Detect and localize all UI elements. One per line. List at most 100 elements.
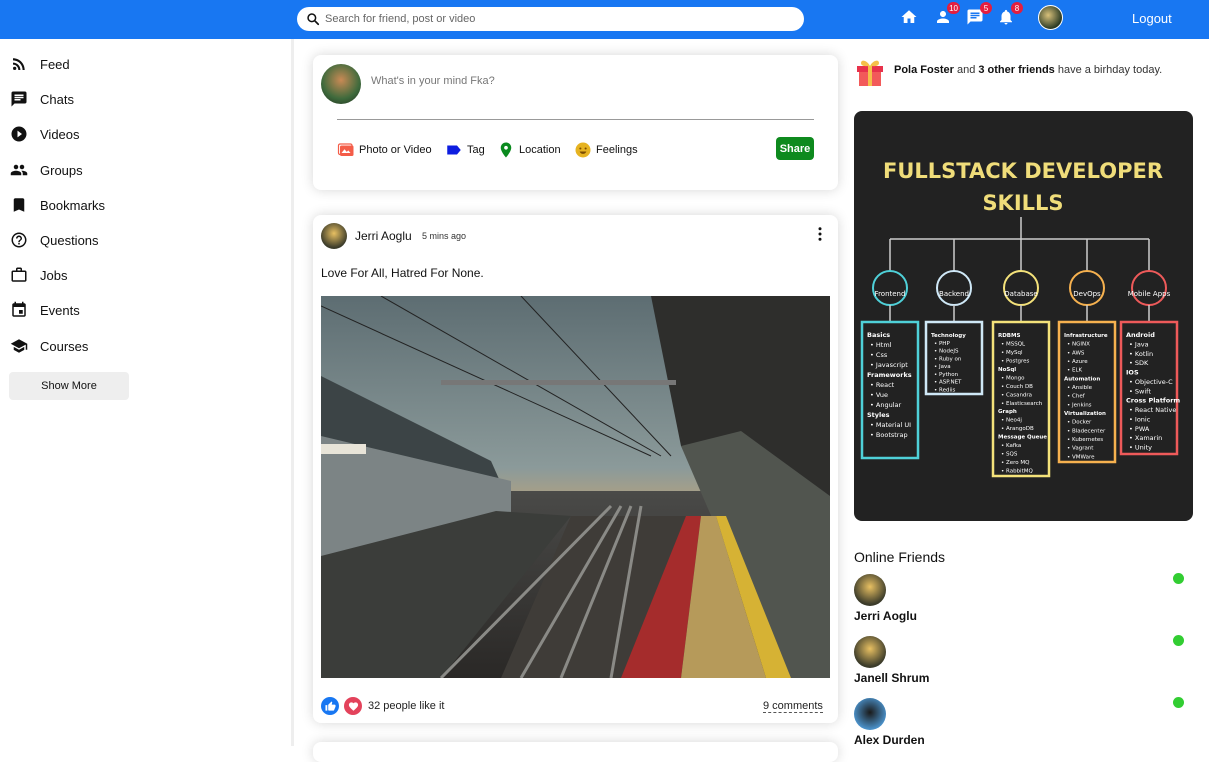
online-indicator bbox=[1173, 697, 1184, 708]
gift-icon bbox=[857, 60, 883, 86]
friend-requests-badge: 10 bbox=[947, 2, 960, 14]
ad-skill-line: Styles bbox=[867, 411, 890, 419]
show-more-button[interactable]: Show More bbox=[9, 372, 129, 400]
sidebar-item-label: Courses bbox=[40, 338, 89, 354]
next-post-card bbox=[313, 742, 838, 762]
ad-skill-line: • Java bbox=[1129, 340, 1149, 348]
sidebar-item-courses[interactable]: Courses bbox=[10, 334, 88, 358]
ad-skill-line: • Neo4j bbox=[1001, 418, 1022, 424]
post-author-avatar[interactable] bbox=[321, 223, 347, 249]
friend-avatar[interactable] bbox=[854, 574, 886, 606]
ad-skill-line: • MySql bbox=[1001, 350, 1023, 356]
sidebar-item-jobs[interactable]: Jobs bbox=[10, 263, 67, 287]
ad-skill-line: RDBMS bbox=[998, 333, 1020, 339]
sidebar-item-events[interactable]: Events bbox=[10, 298, 80, 322]
search-input[interactable] bbox=[325, 13, 785, 25]
sidebar-item-questions[interactable]: Questions bbox=[10, 228, 99, 252]
post-timestamp: 5 mins ago bbox=[422, 231, 467, 241]
sidebar-item-groups[interactable]: Groups bbox=[10, 158, 83, 182]
ad-skill-line: • Css bbox=[870, 351, 888, 359]
friend-avatar[interactable] bbox=[854, 636, 886, 668]
ad-skill-line: • Kotlin bbox=[1129, 350, 1153, 358]
ad-category-circle bbox=[936, 270, 972, 306]
user-avatar bbox=[321, 64, 361, 104]
fullstack-skills-image: FULLSTACK DEVELOPER SKILLS Frontend Basic… bbox=[860, 159, 1180, 478]
home-button[interactable] bbox=[898, 6, 920, 28]
post-card: Jerri Aoglu 5 mins ago Love For All, Hat… bbox=[313, 215, 838, 723]
heart-button[interactable] bbox=[344, 697, 362, 715]
like-button[interactable] bbox=[321, 697, 339, 715]
status-input[interactable] bbox=[371, 75, 771, 87]
messages-button[interactable]: 5 bbox=[964, 2, 992, 28]
location-pin-icon bbox=[500, 142, 512, 158]
sidebar-item-bookmarks[interactable]: Bookmarks bbox=[10, 193, 105, 217]
ad-skill-line: Android bbox=[1126, 331, 1155, 339]
ad-skill-line: • PHP bbox=[934, 341, 950, 347]
ad-skill-line: • Jenkins bbox=[1067, 402, 1092, 408]
emoji-icon bbox=[575, 142, 591, 158]
sidebar-item-chats[interactable]: Chats bbox=[10, 87, 74, 111]
friend-name[interactable]: Jerri Aoglu bbox=[854, 609, 917, 623]
thumbs-up-icon bbox=[324, 700, 336, 711]
ad-category-circle bbox=[1069, 270, 1105, 306]
sidebar-item-videos[interactable]: Videos bbox=[10, 122, 80, 146]
ad-skill-line: • Couch DB bbox=[1001, 384, 1033, 390]
ad-skill-line: Technology bbox=[931, 333, 966, 339]
ad-skill-line: • Java bbox=[934, 364, 951, 370]
friend-name[interactable]: Alex Durden bbox=[854, 733, 925, 747]
option-label: Tag bbox=[467, 144, 485, 156]
sidebar-item-feed[interactable]: Feed bbox=[10, 52, 70, 76]
ad-skill-line: • RabbitMQ bbox=[1001, 469, 1033, 475]
ad-skill-line: • Swift bbox=[1129, 387, 1151, 395]
bookmark-icon bbox=[13, 198, 25, 212]
ad-skill-line: • React Native bbox=[1129, 406, 1176, 414]
play-circle-icon bbox=[11, 126, 27, 142]
ad-category-circle bbox=[1131, 270, 1167, 306]
ad-skill-line: • ELK bbox=[1067, 368, 1083, 374]
work-icon bbox=[11, 267, 27, 282]
ad-category-label: Backend bbox=[939, 290, 969, 298]
logout-button[interactable]: Logout bbox=[1132, 11, 1172, 26]
photo-video-option[interactable]: Photo or Video bbox=[337, 141, 432, 159]
messages-badge: 5 bbox=[980, 2, 992, 14]
ad-skill-line: • Ruby on bbox=[934, 356, 962, 362]
ad-skill-line: • NGINX bbox=[1067, 342, 1090, 348]
friend-avatar[interactable] bbox=[854, 698, 886, 730]
ad-skill-line: • Kubernetes bbox=[1067, 437, 1103, 443]
sidebar-item-label: Feed bbox=[40, 56, 70, 72]
ad-category-circle bbox=[1003, 270, 1039, 306]
photo-icon bbox=[337, 143, 354, 156]
post-image[interactable] bbox=[321, 296, 830, 678]
location-option[interactable]: Location bbox=[497, 141, 561, 159]
more-vert-icon[interactable] bbox=[811, 225, 829, 243]
ad-skill-line: • Python bbox=[934, 372, 959, 378]
ad-skill-line: • Vue bbox=[870, 391, 888, 399]
top-bar: 10 5 8 Logout bbox=[0, 0, 1209, 39]
ad-category-label: Mobile Apps bbox=[1128, 290, 1171, 298]
friend-requests-button[interactable]: 10 bbox=[932, 2, 960, 28]
event-icon bbox=[12, 301, 26, 317]
tag-option[interactable]: Tag bbox=[445, 141, 485, 159]
ad-category-label: Database bbox=[1004, 290, 1037, 298]
search-bar[interactable] bbox=[297, 7, 804, 31]
ad-skill-line: Graph bbox=[998, 409, 1017, 415]
ad-skill-line: • Objective-C bbox=[1129, 378, 1173, 386]
ad-skill-line: • Mongo bbox=[1001, 375, 1025, 381]
friend-name[interactable]: Janell Shrum bbox=[854, 671, 929, 685]
profile-avatar[interactable] bbox=[1038, 5, 1063, 30]
ad-skill-line: • Html bbox=[870, 341, 892, 349]
comments-link[interactable]: 9 comments bbox=[763, 700, 823, 713]
ad-skill-line: • VMWare bbox=[1067, 454, 1095, 460]
notifications-button[interactable]: 8 bbox=[995, 2, 1023, 28]
ad-skill-line: Frameworks bbox=[867, 371, 912, 379]
home-icon bbox=[901, 10, 917, 23]
post-author-name[interactable]: Jerri Aoglu bbox=[355, 229, 412, 243]
sidebar-item-label: Bookmarks bbox=[40, 197, 106, 213]
ad-skill-line: • Material UI bbox=[870, 421, 911, 429]
ad-skill-line: • Azure bbox=[1067, 359, 1088, 365]
ad-skill-line: • Angular bbox=[870, 401, 902, 409]
ad-title-line1: FULLSTACK DEVELOPER bbox=[883, 159, 1163, 183]
ad-banner[interactable]: FULLSTACK DEVELOPER SKILLS Frontend Basic… bbox=[854, 111, 1193, 521]
feelings-option[interactable]: Feelings bbox=[574, 141, 638, 159]
share-button[interactable]: Share bbox=[776, 137, 814, 160]
